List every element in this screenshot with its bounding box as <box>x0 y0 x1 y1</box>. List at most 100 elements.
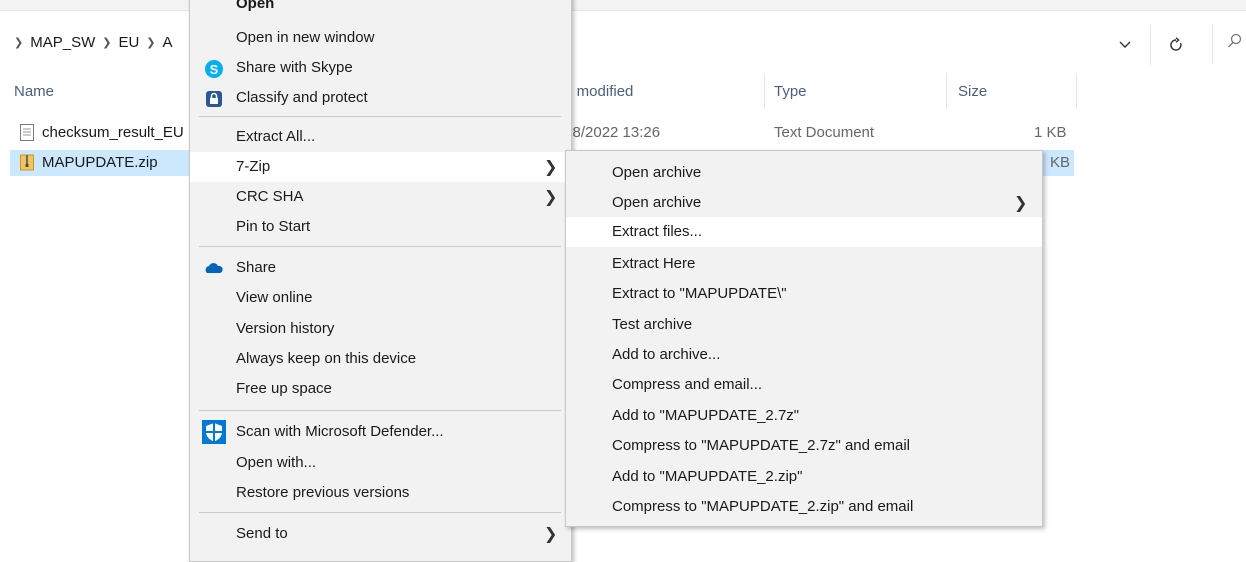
submenu-item-label: Compress and email... <box>612 376 763 393</box>
breadcrumb-separator-icon: ❯ <box>146 37 156 49</box>
refresh-icon[interactable] <box>1161 30 1191 60</box>
menu-item-label: Always keep on this device <box>236 350 417 367</box>
search-box[interactable] <box>1212 24 1246 64</box>
submenu-item-label: Add to archive... <box>612 346 721 363</box>
submenu-item-extract-files[interactable]: Extract files... <box>566 217 1042 247</box>
menu-item-share-skype[interactable]: S Share with Skype <box>190 53 571 83</box>
menu-item-view-online[interactable]: View online <box>190 283 571 313</box>
breadcrumb-item-map-sw[interactable]: MAP_SW <box>30 34 95 51</box>
breadcrumb-item-eu[interactable]: EU <box>118 34 139 51</box>
chevron-right-icon: ❯ <box>1014 195 1028 212</box>
file-size: KB <box>1050 154 1071 171</box>
menu-item-classify-protect[interactable]: Classify and protect <box>190 83 571 113</box>
7zip-submenu: Open archive Open archive ❯ Extract file… <box>565 150 1043 527</box>
chevron-down-icon[interactable] <box>1110 30 1140 60</box>
menu-item-label: View online <box>236 289 313 306</box>
column-separator[interactable] <box>946 74 947 108</box>
submenu-item-label: Extract files... <box>612 223 703 240</box>
menu-item-always-keep[interactable]: Always keep on this device <box>190 344 571 374</box>
menu-item-label: Open in new window <box>236 29 375 46</box>
column-header-type[interactable]: Type <box>774 74 807 108</box>
submenu-item-label: Open archive <box>612 194 702 211</box>
submenu-item-label: Extract to "MAPUPDATE\" <box>612 285 787 302</box>
menu-item-label: Pin to Start <box>236 218 311 235</box>
menu-item-label: Restore previous versions <box>236 484 410 501</box>
submenu-item-open-archive[interactable]: Open archive <box>566 158 1042 188</box>
menu-item-label: CRC SHA <box>236 188 304 205</box>
menu-item-label: Version history <box>236 320 335 337</box>
submenu-item-label: Open archive <box>612 164 702 181</box>
address-bar: ❯ MAP_SW ❯ EU ❯ A <box>0 24 1246 65</box>
menu-item-open-new-window[interactable]: Open in new window <box>190 23 571 53</box>
submenu-item-compress-email[interactable]: Compress and email... <box>566 370 1042 400</box>
menu-item-label: 7-Zip <box>236 158 271 175</box>
window-top-strip <box>0 0 1246 11</box>
submenu-item-test-archive[interactable]: Test archive <box>566 310 1042 340</box>
menu-item-label: Extract All... <box>236 128 316 145</box>
menu-item-scan-defender[interactable]: Scan with Microsoft Defender... <box>190 417 571 447</box>
address-divider <box>1150 25 1151 65</box>
submenu-item-compress-zip-email[interactable]: Compress to "MAPUPDATE_2.zip" and email <box>566 492 1042 522</box>
submenu-item-add-to-zip[interactable]: Add to "MAPUPDATE_2.zip" <box>566 462 1042 492</box>
menu-item-share[interactable]: Share <box>190 253 571 283</box>
file-type: Text Document <box>774 124 875 141</box>
menu-item-pin-to-start[interactable]: Pin to Start <box>190 212 571 242</box>
menu-item-label: Share <box>236 259 277 276</box>
breadcrumb-item-a[interactable]: A <box>163 34 173 51</box>
menu-item-label: Open with... <box>236 454 317 471</box>
menu-item-label: Share with Skype <box>236 59 353 76</box>
menu-item-version-history[interactable]: Version history <box>190 314 571 344</box>
zip-folder-icon <box>20 154 34 171</box>
breadcrumb-separator-icon: ❯ <box>14 37 24 49</box>
address-actions <box>1110 25 1191 65</box>
submenu-item-label: Add to "MAPUPDATE_2.zip" <box>612 468 803 485</box>
submenu-item-compress-7z-email[interactable]: Compress to "MAPUPDATE_2.7z" and email <box>566 431 1042 461</box>
skype-icon: S <box>204 59 224 79</box>
search-icon <box>1227 33 1243 54</box>
chevron-right-icon: ❯ <box>544 189 558 206</box>
menu-item-label: Free up space <box>236 380 332 397</box>
menu-item-extract-all[interactable]: Extract All... <box>190 122 571 152</box>
menu-separator <box>199 116 561 117</box>
submenu-item-label: Test archive <box>612 316 693 333</box>
lock-icon <box>204 89 224 109</box>
menu-separator <box>199 410 561 411</box>
file-date: /08/2022 13:26 <box>560 124 661 141</box>
submenu-item-label: Add to "MAPUPDATE_2.7z" <box>612 407 800 424</box>
submenu-item-open-archive-more[interactable]: Open archive ❯ <box>566 188 1042 218</box>
submenu-item-label: Compress to "MAPUPDATE_2.zip" and email <box>612 498 914 515</box>
defender-shield-icon <box>202 420 226 444</box>
chevron-right-icon: ❯ <box>544 159 558 176</box>
submenu-item-extract-here[interactable]: Extract Here <box>566 249 1042 279</box>
file-name: MAPUPDATE.zip <box>42 154 158 171</box>
menu-item-label: Scan with Microsoft Defender... <box>236 423 444 440</box>
submenu-item-extract-to-folder[interactable]: Extract to "MAPUPDATE\" <box>566 279 1042 309</box>
cloud-icon <box>204 259 224 279</box>
submenu-item-label: Compress to "MAPUPDATE_2.7z" and email <box>612 437 910 454</box>
context-menu: Open Open in new window S Share with Sky… <box>189 0 572 562</box>
submenu-item-add-to-archive[interactable]: Add to archive... <box>566 340 1042 370</box>
submenu-item-add-to-7z[interactable]: Add to "MAPUPDATE_2.7z" <box>566 401 1042 431</box>
menu-item-restore-previous[interactable]: Restore previous versions <box>190 478 571 508</box>
file-size: 1 KB <box>1034 124 1067 141</box>
breadcrumb-separator-icon: ❯ <box>102 37 112 49</box>
menu-item-label: Classify and protect <box>236 89 368 106</box>
menu-separator <box>199 246 561 247</box>
column-separator[interactable] <box>764 74 765 108</box>
menu-item-label: Send to <box>236 525 288 542</box>
menu-item-send-to[interactable]: Send to ❯ <box>190 519 571 549</box>
menu-item-free-up-space[interactable]: Free up space <box>190 374 571 404</box>
chevron-right-icon: ❯ <box>544 526 558 543</box>
column-header-size[interactable]: Size <box>958 74 987 108</box>
breadcrumb: ❯ MAP_SW ❯ EU ❯ A <box>14 34 173 51</box>
text-file-icon <box>20 124 34 141</box>
column-header-name[interactable]: Name <box>14 74 54 108</box>
menu-item-7zip[interactable]: 7-Zip ❯ <box>190 152 571 182</box>
menu-item-crc-sha[interactable]: CRC SHA ❯ <box>190 182 571 212</box>
menu-item-open-with[interactable]: Open with... <box>190 448 571 478</box>
column-separator[interactable] <box>1076 74 1077 108</box>
file-name: checksum_result_EU <box>42 124 184 141</box>
menu-separator <box>199 512 561 513</box>
submenu-item-label: Extract Here <box>612 255 696 272</box>
menu-item-label: Open <box>236 0 275 12</box>
